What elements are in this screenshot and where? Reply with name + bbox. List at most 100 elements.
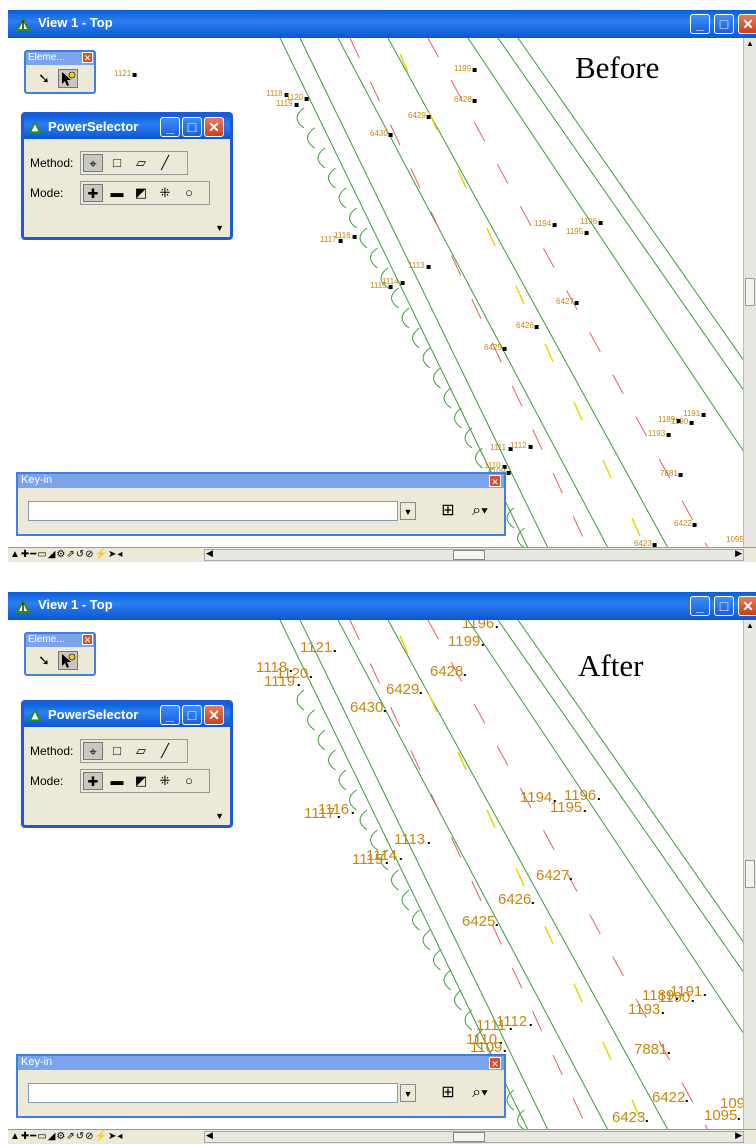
scroll-right-icon[interactable]: ▶ — [735, 1130, 742, 1141]
keyin-close-button[interactable]: ✕ — [489, 1057, 501, 1069]
point-marker — [503, 1050, 506, 1052]
element-selection-icon[interactable] — [58, 651, 78, 670]
line-method-icon[interactable]: ╱ — [155, 154, 175, 172]
maximize-button[interactable]: □ — [714, 596, 734, 616]
point-marker — [661, 1012, 664, 1014]
line-method-icon[interactable]: ╱ — [155, 742, 175, 760]
shape-method-icon[interactable]: ▱ — [131, 154, 151, 172]
clear-mode-icon[interactable]: ○ — [179, 184, 199, 202]
centerline-dash — [544, 925, 554, 945]
point-marker — [598, 221, 603, 225]
powerselector-maximize-button[interactable]: □ — [182, 705, 202, 725]
cad-view-icon — [28, 708, 42, 722]
horizontal-scrollbar[interactable]: ◀ ▶ — [204, 548, 744, 561]
station-label: 1095 — [726, 535, 744, 544]
station-label: 6422 — [652, 1089, 685, 1106]
clear-mode-icon[interactable]: ○ — [179, 772, 199, 790]
maximize-button[interactable]: □ — [714, 14, 734, 34]
window-titlebar[interactable]: View 1 - Top _ □ ✕ — [8, 10, 756, 38]
scroll-left-icon[interactable]: ◀ — [206, 1130, 213, 1141]
powerselector-close-button[interactable]: ✕ — [204, 705, 224, 725]
window-titlebar[interactable]: View 1 - Top _ □ ✕ — [8, 592, 756, 620]
scroll-right-icon[interactable]: ▶ — [735, 548, 742, 559]
powerselector-maximize-button[interactable]: □ — [182, 117, 202, 137]
powerselector-dialog: PowerSelector _ □ ✕ Method: ⌖ □ ▱ ╱ Mode… — [21, 700, 233, 828]
powerselector-minimize-button[interactable]: _ — [160, 705, 180, 725]
horizontal-scroll-thumb[interactable] — [453, 550, 485, 560]
station-label: 1193 — [648, 429, 666, 438]
close-button[interactable]: ✕ — [738, 596, 756, 616]
powerselector-titlebar[interactable]: PowerSelector _ □ ✕ — [24, 703, 230, 727]
invert-mode-icon[interactable]: ◩ — [131, 772, 151, 790]
keyin-browse-icon[interactable]: ⌕▾ — [466, 498, 494, 524]
keyin-titlebar[interactable]: Key-in ✕ — [18, 474, 504, 488]
centerline-dash — [631, 517, 641, 537]
horizontal-scroll-thumb[interactable] — [453, 1132, 485, 1142]
scroll-up-icon[interactable]: ▲ — [745, 38, 755, 50]
element-selection-icon[interactable] — [58, 69, 78, 88]
curb-arc — [454, 407, 462, 429]
station-label: 1112 — [496, 1013, 527, 1030]
powerselector-close-button[interactable]: ✕ — [204, 117, 224, 137]
point-marker — [383, 710, 386, 712]
individual-method-icon[interactable]: ⌖ — [83, 154, 103, 172]
keyin-input[interactable] — [28, 1083, 398, 1103]
keyin-title: Key-in — [21, 474, 53, 486]
expand-dropdown-icon[interactable]: ▼ — [215, 223, 224, 233]
powerselector-titlebar[interactable]: PowerSelector _ □ ✕ — [24, 115, 230, 139]
view-control-icons[interactable]: ▲✚━▭◢⚙⇗↺⊘⚡➤◂ — [10, 549, 123, 560]
curb-arc — [391, 869, 399, 891]
keyin-history-dropdown[interactable]: ▼ — [400, 502, 416, 520]
point-marker — [472, 99, 477, 103]
view-window-before: View 1 - Top _ □ ✕ 1121 1199 1118 1120 1119 6… — [8, 10, 756, 562]
keyin-browse-icon[interactable]: ⌕▾ — [466, 1080, 494, 1106]
subtract-mode-icon[interactable]: ▬ — [107, 184, 127, 202]
block-method-icon[interactable]: □ — [107, 742, 127, 760]
palette-titlebar[interactable]: Eleme... ✕ — [26, 634, 94, 647]
minimize-button[interactable]: _ — [690, 14, 710, 34]
keyin-input[interactable] — [28, 501, 398, 521]
palette-titlebar[interactable]: Eleme... ✕ — [26, 52, 94, 65]
add-mode-icon[interactable]: ✚ — [83, 772, 103, 790]
horizontal-scrollbar[interactable]: ◀ ▶ — [204, 1130, 744, 1143]
curb-arc — [433, 367, 441, 389]
new-mode-icon[interactable]: ⁜ — [155, 184, 175, 202]
point-marker — [481, 644, 484, 646]
palette-close-button[interactable]: ✕ — [82, 634, 93, 645]
add-mode-icon[interactable]: ✚ — [83, 184, 103, 202]
keyin-submit-icon[interactable]: ⊞ — [434, 498, 462, 524]
block-method-icon[interactable]: □ — [107, 154, 127, 172]
invert-mode-icon[interactable]: ◩ — [131, 184, 151, 202]
keyin-history-dropdown[interactable]: ▼ — [400, 1084, 416, 1102]
vertical-scrollbar[interactable]: ▲ — [743, 620, 756, 1130]
shape-method-icon[interactable]: ▱ — [131, 742, 151, 760]
point-marker — [597, 798, 600, 800]
keyin-submit-icon[interactable]: ⊞ — [434, 1080, 462, 1106]
vertical-scroll-thumb[interactable] — [745, 860, 755, 888]
palette-close-button[interactable]: ✕ — [82, 52, 93, 63]
vertical-scrollbar[interactable]: ▲ — [743, 38, 756, 548]
individual-method-icon[interactable]: ⌖ — [83, 742, 103, 760]
station-label: 1194 — [520, 789, 552, 806]
expand-dropdown-icon[interactable]: ▼ — [215, 811, 224, 821]
arrow-select-icon[interactable]: ➘ — [34, 651, 54, 670]
station-label: 1189 — [658, 415, 676, 424]
point-marker — [737, 1118, 740, 1120]
keyin-titlebar[interactable]: Key-in ✕ — [18, 1056, 504, 1070]
scroll-up-icon[interactable]: ▲ — [745, 620, 755, 632]
minimize-button[interactable]: _ — [690, 596, 710, 616]
powerselector-minimize-button[interactable]: _ — [160, 117, 180, 137]
station-label: 1119 — [276, 99, 293, 108]
new-mode-icon[interactable]: ⁜ — [155, 772, 175, 790]
close-button[interactable]: ✕ — [738, 14, 756, 34]
subtract-mode-icon[interactable]: ▬ — [107, 772, 127, 790]
keyin-dialog: Key-in ✕ ▼ ⊞ ⌕▾ — [16, 472, 506, 536]
arrow-select-icon[interactable]: ➘ — [34, 69, 54, 88]
curb-arc — [359, 809, 368, 831]
station-label: 1199 — [454, 64, 472, 73]
station-label: 1195 — [550, 799, 582, 816]
keyin-close-button[interactable]: ✕ — [489, 475, 501, 487]
scroll-left-icon[interactable]: ◀ — [206, 548, 213, 559]
vertical-scroll-thumb[interactable] — [745, 278, 755, 306]
curb-arc — [349, 207, 357, 229]
